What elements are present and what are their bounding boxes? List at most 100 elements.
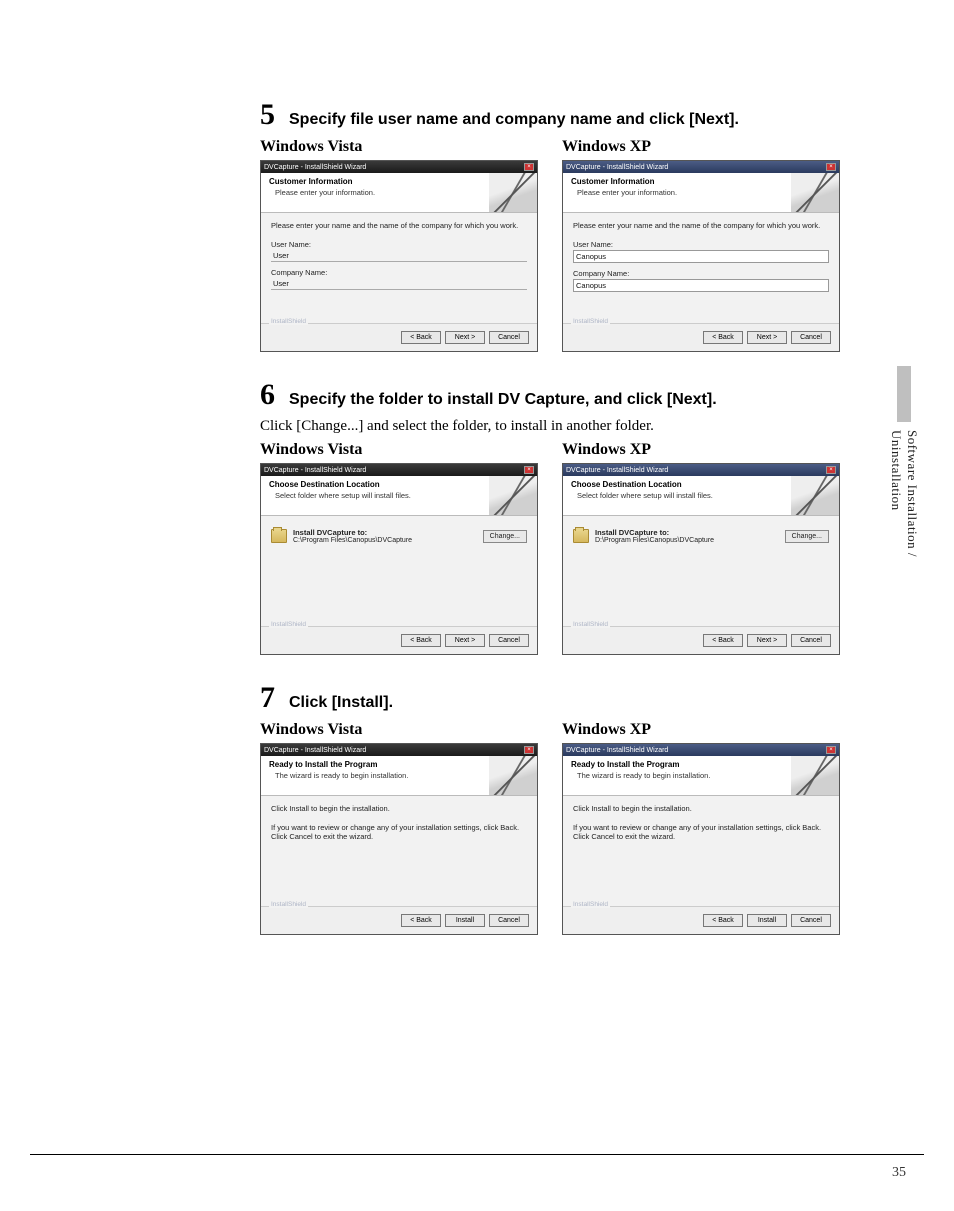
cancel-button[interactable]: Cancel bbox=[489, 914, 529, 927]
wizard-body: Click Install to begin the installation.… bbox=[261, 796, 537, 906]
window-title: DVCapture - InstallShield Wizard bbox=[264, 467, 366, 474]
wizard-header: Customer Information Please enter your i… bbox=[563, 173, 839, 213]
window-title: DVCapture - InstallShield Wizard bbox=[566, 467, 668, 474]
back-button[interactable]: < Back bbox=[703, 634, 743, 647]
wizard-body: Click Install to begin the installation.… bbox=[563, 796, 839, 906]
install-button[interactable]: Install bbox=[445, 914, 485, 927]
close-icon[interactable]: × bbox=[524, 163, 534, 171]
wizard-header-graphic bbox=[791, 756, 839, 796]
cancel-button[interactable]: Cancel bbox=[791, 331, 831, 344]
user-name-label: User Name: bbox=[271, 240, 527, 249]
ready-line-2: If you want to review or change any of y… bbox=[573, 823, 829, 841]
back-button[interactable]: < Back bbox=[401, 634, 441, 647]
close-icon[interactable]: × bbox=[826, 163, 836, 171]
back-button[interactable]: < Back bbox=[703, 914, 743, 927]
ready-line-1: Click Install to begin the installation. bbox=[573, 804, 829, 813]
step-7-vista-label: Windows Vista bbox=[260, 721, 538, 739]
cancel-button[interactable]: Cancel bbox=[791, 914, 831, 927]
back-button[interactable]: < Back bbox=[703, 331, 743, 344]
step-5-number: 5 bbox=[260, 100, 275, 130]
wizard-body: Install DVCapture to: C:\Program Files\C… bbox=[261, 516, 537, 626]
ready-line-2: If you want to review or change any of y… bbox=[271, 823, 527, 841]
side-tab-handle bbox=[897, 366, 911, 422]
page-number: 35 bbox=[892, 1165, 906, 1181]
wizard-header: Choose Destination Location Select folde… bbox=[563, 476, 839, 516]
step-7-vista-wizard: DVCapture - InstallShield Wizard × Ready… bbox=[260, 743, 538, 935]
cancel-button[interactable]: Cancel bbox=[791, 634, 831, 647]
close-icon[interactable]: × bbox=[826, 746, 836, 754]
wizard-body: Please enter your name and the name of t… bbox=[261, 213, 537, 323]
window-title: DVCapture - InstallShield Wizard bbox=[264, 164, 366, 171]
ready-line-1: Click Install to begin the installation. bbox=[271, 804, 527, 813]
close-icon[interactable]: × bbox=[826, 466, 836, 474]
wizard-footer: InstallShield < Back Next > Cancel bbox=[261, 323, 537, 351]
wizard-header-graphic bbox=[791, 476, 839, 516]
wizard-body: Install DVCapture to: D:\Program Files\C… bbox=[563, 516, 839, 626]
step-7: 7 Click [Install]. Windows Vista DVCaptu… bbox=[260, 683, 834, 935]
user-name-input[interactable]: Canopus bbox=[573, 250, 829, 263]
wizard-prompt: Please enter your name and the name of t… bbox=[271, 221, 527, 230]
folder-icon bbox=[271, 529, 287, 543]
step-6-vista-col: Windows Vista DVCapture - InstallShield … bbox=[260, 441, 538, 655]
wizard-header: Choose Destination Location Select folde… bbox=[261, 476, 537, 516]
side-tab-label: Software Installation / Uninstallation bbox=[888, 430, 920, 626]
step-5-header: 5 Specify file user name and company nam… bbox=[260, 100, 834, 130]
vista-titlebar: DVCapture - InstallShield Wizard × bbox=[261, 464, 537, 476]
vista-titlebar: DVCapture - InstallShield Wizard × bbox=[261, 161, 537, 173]
step-7-number: 7 bbox=[260, 683, 275, 713]
wizard-footer: InstallShield < Back Next > Cancel bbox=[261, 626, 537, 654]
destination-text: Install DVCapture to: C:\Program Files\C… bbox=[293, 528, 477, 544]
next-button[interactable]: Next > bbox=[747, 331, 787, 344]
back-button[interactable]: < Back bbox=[401, 331, 441, 344]
xp-titlebar: DVCapture - InstallShield Wizard × bbox=[563, 464, 839, 476]
step-6-vista-wizard: DVCapture - InstallShield Wizard × Choos… bbox=[260, 463, 538, 655]
step-6: 6 Specify the folder to install DV Captu… bbox=[260, 380, 834, 655]
destination-path: C:\Program Files\Canopus\DVCapture bbox=[293, 537, 477, 544]
next-button[interactable]: Next > bbox=[747, 634, 787, 647]
step-5-vista-col: Windows Vista DVCapture - InstallShield … bbox=[260, 138, 538, 352]
wizard-prompt: Please enter your name and the name of t… bbox=[573, 221, 829, 230]
change-button[interactable]: Change... bbox=[483, 530, 527, 543]
step-7-header: 7 Click [Install]. bbox=[260, 683, 834, 713]
destination-row: Install DVCapture to: D:\Program Files\C… bbox=[573, 528, 829, 544]
step-5-title: Specify file user name and company name … bbox=[289, 110, 739, 129]
destination-row: Install DVCapture to: C:\Program Files\C… bbox=[271, 528, 527, 544]
close-icon[interactable]: × bbox=[524, 466, 534, 474]
wizard-header: Customer Information Please enter your i… bbox=[261, 173, 537, 213]
step-5-vista-wizard: DVCapture - InstallShield Wizard × Custo… bbox=[260, 160, 538, 352]
back-button[interactable]: < Back bbox=[401, 914, 441, 927]
destination-label: Install DVCapture to: bbox=[293, 528, 477, 537]
cancel-button[interactable]: Cancel bbox=[489, 634, 529, 647]
change-button[interactable]: Change... bbox=[785, 530, 829, 543]
step-7-vista-col: Windows Vista DVCapture - InstallShield … bbox=[260, 721, 538, 935]
cancel-button[interactable]: Cancel bbox=[489, 331, 529, 344]
wizard-header-graphic bbox=[489, 173, 537, 213]
wizard-header: Ready to Install the Program The wizard … bbox=[563, 756, 839, 796]
wizard-header-graphic bbox=[791, 173, 839, 213]
next-button[interactable]: Next > bbox=[445, 331, 485, 344]
installshield-brand: InstallShield bbox=[269, 318, 308, 325]
step-6-desc: Click [Change...] and select the folder,… bbox=[260, 418, 834, 435]
company-name-input[interactable]: User bbox=[271, 278, 527, 290]
user-name-input[interactable]: User bbox=[271, 250, 527, 262]
company-name-label: Company Name: bbox=[271, 268, 527, 277]
install-button[interactable]: Install bbox=[747, 914, 787, 927]
xp-titlebar: DVCapture - InstallShield Wizard × bbox=[563, 744, 839, 756]
wizard-body: Please enter your name and the name of t… bbox=[563, 213, 839, 323]
wizard-footer: InstallShield < Back Next > Cancel bbox=[563, 626, 839, 654]
step-5-vista-label: Windows Vista bbox=[260, 138, 538, 156]
installshield-brand: InstallShield bbox=[269, 901, 308, 908]
close-icon[interactable]: × bbox=[524, 746, 534, 754]
step-6-number: 6 bbox=[260, 380, 275, 410]
company-name-input[interactable]: Canopus bbox=[573, 279, 829, 292]
next-button[interactable]: Next > bbox=[445, 634, 485, 647]
company-name-label: Company Name: bbox=[573, 269, 829, 278]
page-rule bbox=[30, 1154, 924, 1155]
folder-icon bbox=[573, 529, 589, 543]
window-title: DVCapture - InstallShield Wizard bbox=[566, 747, 668, 754]
step-7-xp-col: Windows XP DVCapture - InstallShield Wiz… bbox=[562, 721, 840, 935]
installshield-brand: InstallShield bbox=[269, 621, 308, 628]
step-5-xp-wizard: DVCapture - InstallShield Wizard × Custo… bbox=[562, 160, 840, 352]
destination-text: Install DVCapture to: D:\Program Files\C… bbox=[595, 528, 779, 544]
step-6-xp-wizard: DVCapture - InstallShield Wizard × Choos… bbox=[562, 463, 840, 655]
